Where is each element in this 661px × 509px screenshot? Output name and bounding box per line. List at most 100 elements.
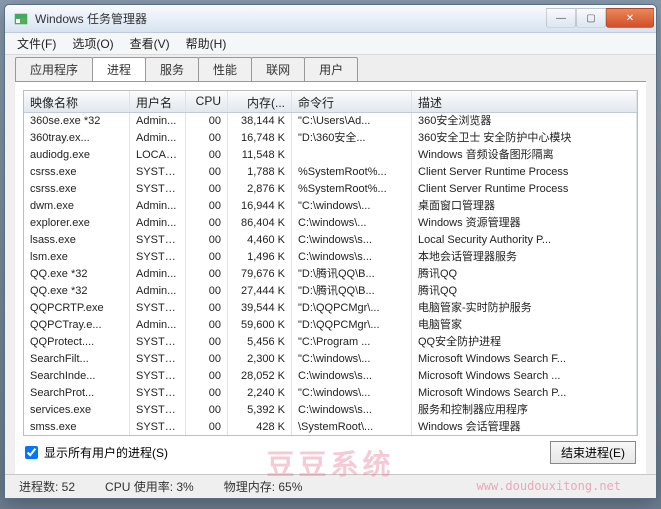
titlebar[interactable]: Windows 任务管理器 — ▢ ✕ <box>5 5 656 33</box>
show-all-users-label: 显示所有用户的进程(S) <box>44 444 168 461</box>
cell-desc: Local Security Authority P... <box>412 232 637 249</box>
cell-mem: 27,444 K <box>228 283 292 300</box>
cell-user: LOCAL... <box>130 147 186 164</box>
cell-user: SYSTEM <box>130 164 186 181</box>
table-row[interactable]: services.exeSYSTEM005,392 KC:\windows\s.… <box>24 402 637 419</box>
table-row[interactable]: QQ.exe *32Admin...0079,676 K"D:\腾讯QQ\B..… <box>24 266 637 283</box>
cell-image: QQPCTray.e... <box>24 317 130 334</box>
cell-cpu: 00 <box>186 181 228 198</box>
list-header: 映像名称 用户名 CPU 内存(... 命令行 描述 <box>24 91 637 113</box>
cell-cpu: 00 <box>186 419 228 435</box>
cell-desc: Windows 会话管理器 <box>412 419 637 435</box>
list-body[interactable]: 360se.exe *32Admin...0038,144 K"C:\Users… <box>24 113 637 435</box>
cell-mem: 38,144 K <box>228 113 292 130</box>
table-row[interactable]: SearchProt...SYSTEM002,240 K"C:\windows\… <box>24 385 637 402</box>
cell-cmd: "D:\腾讯QQ\B... <box>292 283 412 300</box>
cell-mem: 59,600 K <box>228 317 292 334</box>
cell-desc: 本地会话管理器服务 <box>412 249 637 266</box>
table-row[interactable]: QQ.exe *32Admin...0027,444 K"D:\腾讯QQ\B..… <box>24 283 637 300</box>
cell-desc: Client Server Runtime Process <box>412 164 637 181</box>
cell-mem: 2,300 K <box>228 351 292 368</box>
cell-image: csrss.exe <box>24 164 130 181</box>
cell-cmd: %SystemRoot%... <box>292 181 412 198</box>
cell-desc: Client Server Runtime Process <box>412 181 637 198</box>
col-image-name[interactable]: 映像名称 <box>24 91 130 112</box>
cell-image: SearchProt... <box>24 385 130 402</box>
table-row[interactable]: lsass.exeSYSTEM004,460 KC:\windows\s...L… <box>24 232 637 249</box>
cell-cpu: 00 <box>186 113 228 130</box>
cell-cmd: C:\windows\s... <box>292 249 412 266</box>
cell-user: SYSTEM <box>130 402 186 419</box>
cell-cmd: "D:\腾讯QQ\B... <box>292 266 412 283</box>
cell-image: csrss.exe <box>24 181 130 198</box>
cell-mem: 16,944 K <box>228 198 292 215</box>
table-row[interactable]: csrss.exeSYSTEM001,788 K%SystemRoot%...C… <box>24 164 637 181</box>
tab-applications[interactable]: 应用程序 <box>15 57 93 81</box>
cell-desc: Microsoft Windows Search P... <box>412 385 637 402</box>
cell-cpu: 00 <box>186 147 228 164</box>
cell-cpu: 00 <box>186 198 228 215</box>
table-row[interactable]: QQPCTray.e...Admin...0059,600 K"D:\QQPCM… <box>24 317 637 334</box>
cell-cpu: 00 <box>186 249 228 266</box>
cell-user: Admin... <box>130 130 186 147</box>
tab-users[interactable]: 用户 <box>304 57 358 81</box>
table-row[interactable]: dwm.exeAdmin...0016,944 K"C:\windows\...… <box>24 198 637 215</box>
menu-help[interactable]: 帮助(H) <box>178 33 235 54</box>
cell-image: lsm.exe <box>24 249 130 266</box>
cell-user: SYSTEM <box>130 351 186 368</box>
table-row[interactable]: 360tray.ex...Admin...0016,748 K"D:\360安全… <box>24 130 637 147</box>
tab-performance[interactable]: 性能 <box>198 57 252 81</box>
cell-cpu: 00 <box>186 266 228 283</box>
status-cpu: CPU 使用率: 3% <box>105 478 224 495</box>
table-row[interactable]: smss.exeSYSTEM00428 K\SystemRoot\...Wind… <box>24 419 637 435</box>
window-title: Windows 任务管理器 <box>35 10 546 27</box>
process-list[interactable]: 映像名称 用户名 CPU 内存(... 命令行 描述 360se.exe *32… <box>23 90 638 436</box>
cell-image: 360tray.ex... <box>24 130 130 147</box>
table-row[interactable]: QQPCRTP.exeSYSTEM0039,544 K"D:\QQPCMgr\.… <box>24 300 637 317</box>
menu-file[interactable]: 文件(F) <box>9 33 64 54</box>
task-manager-window: Windows 任务管理器 — ▢ ✕ 文件(F) 选项(O) 查看(V) 帮助… <box>4 4 657 499</box>
cell-desc: 电脑管家 <box>412 317 637 334</box>
table-row[interactable]: csrss.exeSYSTEM002,876 K%SystemRoot%...C… <box>24 181 637 198</box>
col-memory[interactable]: 内存(... <box>228 91 292 112</box>
maximize-button[interactable]: ▢ <box>576 8 606 28</box>
cell-cmd: C:\windows\s... <box>292 368 412 385</box>
table-row[interactable]: QQProtect....SYSTEM005,456 K"C:\Program … <box>24 334 637 351</box>
tab-processes[interactable]: 进程 <box>92 57 146 81</box>
col-command[interactable]: 命令行 <box>292 91 412 112</box>
tab-networking[interactable]: 联网 <box>251 57 305 81</box>
cell-image: explorer.exe <box>24 215 130 232</box>
cell-mem: 5,456 K <box>228 334 292 351</box>
cell-image: SearchFilt... <box>24 351 130 368</box>
cell-cpu: 00 <box>186 385 228 402</box>
table-row[interactable]: SearchInde...SYSTEM0028,052 KC:\windows\… <box>24 368 637 385</box>
cell-desc: 腾讯QQ <box>412 266 637 283</box>
cell-cpu: 00 <box>186 402 228 419</box>
close-button[interactable]: ✕ <box>606 8 654 28</box>
cell-image: QQPCRTP.exe <box>24 300 130 317</box>
table-row[interactable]: 360se.exe *32Admin...0038,144 K"C:\Users… <box>24 113 637 130</box>
cell-user: SYSTEM <box>130 334 186 351</box>
table-row[interactable]: audiodg.exeLOCAL...0011,548 KWindows 音频设… <box>24 147 637 164</box>
table-row[interactable]: explorer.exeAdmin...0086,404 KC:\windows… <box>24 215 637 232</box>
end-process-button[interactable]: 结束进程(E) <box>550 441 636 464</box>
table-row[interactable]: lsm.exeSYSTEM001,496 KC:\windows\s...本地会… <box>24 249 637 266</box>
cell-desc: 桌面窗口管理器 <box>412 198 637 215</box>
col-user[interactable]: 用户名 <box>130 91 186 112</box>
col-cpu[interactable]: CPU <box>186 91 228 112</box>
cell-user: Admin... <box>130 266 186 283</box>
tab-strip: 应用程序 进程 服务 性能 联网 用户 <box>5 55 656 81</box>
show-all-users-checkbox[interactable] <box>25 446 38 459</box>
cell-image: QQ.exe *32 <box>24 266 130 283</box>
menu-view[interactable]: 查看(V) <box>122 33 178 54</box>
cell-desc: Windows 资源管理器 <box>412 215 637 232</box>
cell-user: SYSTEM <box>130 249 186 266</box>
col-description[interactable]: 描述 <box>412 91 637 112</box>
minimize-button[interactable]: — <box>546 8 576 28</box>
table-row[interactable]: SearchFilt...SYSTEM002,300 K"C:\windows\… <box>24 351 637 368</box>
cell-mem: 2,240 K <box>228 385 292 402</box>
menu-options[interactable]: 选项(O) <box>64 33 121 54</box>
tab-services[interactable]: 服务 <box>145 57 199 81</box>
cell-desc: 360安全卫士 安全防护中心模块 <box>412 130 637 147</box>
status-bar: 进程数: 52 CPU 使用率: 3% 物理内存: 65% <box>5 474 656 498</box>
